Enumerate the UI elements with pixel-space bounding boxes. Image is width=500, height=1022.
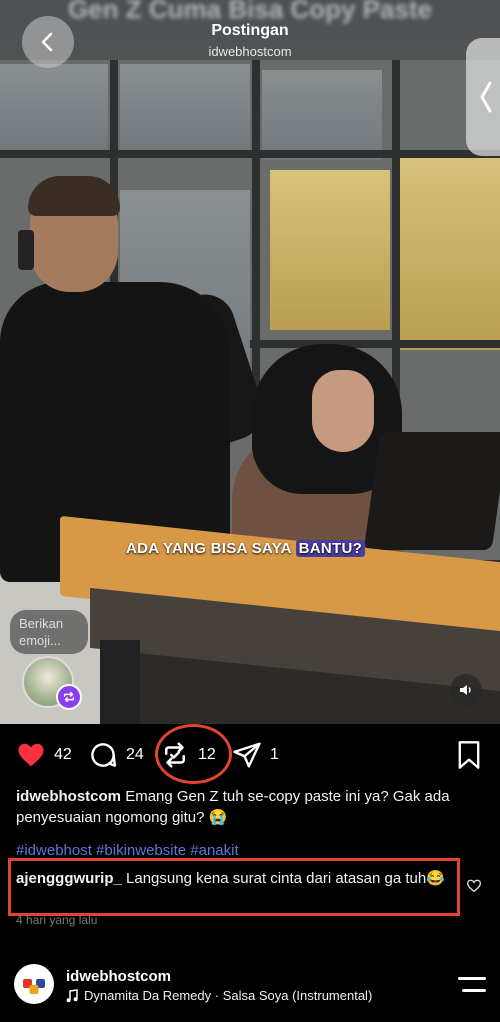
account-avatar[interactable] xyxy=(14,964,54,1004)
comment-like-button[interactable] xyxy=(466,878,482,899)
menu-button[interactable] xyxy=(458,974,486,996)
heart-icon xyxy=(18,743,44,767)
comment-body: Langsung kena surat cinta dari atasan ga… xyxy=(126,870,445,887)
laptop xyxy=(363,432,500,550)
post-author[interactable]: idwebhostcom xyxy=(16,788,121,805)
bookmark-button[interactable] xyxy=(456,740,482,775)
repost-count: 12 xyxy=(198,746,216,763)
share-icon xyxy=(233,742,261,768)
repost-icon xyxy=(165,742,185,768)
share-button[interactable]: 1 xyxy=(232,740,279,770)
repost-badge xyxy=(56,684,82,710)
page-title: Postingan xyxy=(211,22,289,39)
emoji-prompt[interactable]: Berikan emoji... xyxy=(10,610,88,654)
comment-author[interactable]: ajengggwurip_ xyxy=(16,870,122,887)
music-info[interactable]: Dynamita Da Remedy · Salsa Soya (Instrum… xyxy=(66,988,372,1003)
repost-icon xyxy=(63,691,75,703)
like-button[interactable]: 42 xyxy=(16,740,72,770)
repost-button[interactable]: 12 xyxy=(160,740,216,770)
volume-button[interactable] xyxy=(450,674,482,706)
comment-count: 24 xyxy=(126,746,144,763)
comment-icon xyxy=(91,743,117,767)
comment-timestamp: 4 hari yang lalu xyxy=(16,913,98,927)
idwebhost-logo-icon xyxy=(23,979,45,994)
heart-outline-icon xyxy=(466,879,482,893)
chevron-left-icon xyxy=(480,81,492,113)
music-icon xyxy=(66,988,78,1002)
comment-button[interactable]: 24 xyxy=(88,740,144,770)
like-count: 42 xyxy=(54,746,72,763)
top-comment: ajengggwurip_ Langsung kena surat cinta … xyxy=(16,868,446,889)
menu-icon xyxy=(458,977,486,980)
volume-icon xyxy=(460,685,471,695)
page-subtitle: idwebhostcom xyxy=(208,44,292,59)
side-panel-tab[interactable] xyxy=(466,38,500,156)
share-count: 1 xyxy=(270,746,279,763)
footer-account-name[interactable]: idwebhostcom xyxy=(66,968,171,985)
bookmark-icon xyxy=(458,741,480,769)
music-title: Dynamita Da Remedy · Salsa Soya (Instrum… xyxy=(84,988,373,1003)
post-caption: idwebhostcom Emang Gen Z tuh se-copy pas… xyxy=(16,786,486,828)
post-hashtags[interactable]: #idwebhost #bikinwebsite #anakit xyxy=(16,842,239,859)
video-caption: ADA YANG BISA SAYA BANTU? xyxy=(126,540,366,557)
